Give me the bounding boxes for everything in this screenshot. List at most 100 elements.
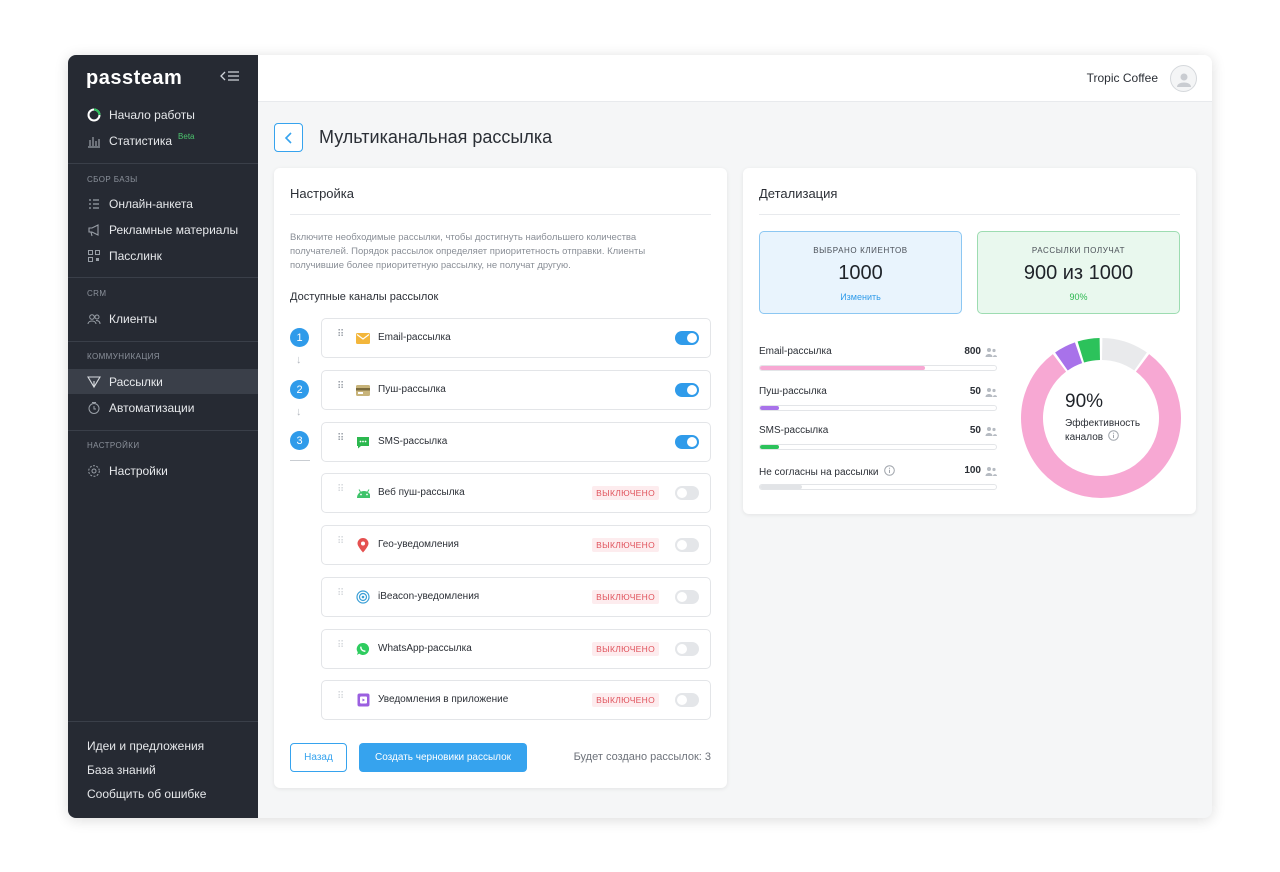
status-badge: ВЫКЛЮЧЕНО [592, 538, 659, 552]
channel-toggle[interactable] [675, 435, 699, 449]
status-badge: ВЫКЛЮЧЕНО [592, 693, 659, 707]
sidebar-item-settings[interactable]: Настройки [68, 458, 258, 483]
donut-segment [1077, 338, 1100, 363]
channel-row-ibeacon[interactable]: ⠿ iBeacon-уведомления ВЫКЛЮЧЕНО [321, 577, 711, 617]
channel-toggle[interactable] [675, 538, 699, 552]
users-icon [985, 388, 997, 397]
report-bug-link[interactable]: Сообщить об ошибке [87, 787, 206, 801]
channel-toggle[interactable] [675, 383, 699, 397]
knowledge-base-link[interactable]: База знаний [87, 763, 156, 777]
section-title: НАСТРОЙКИ [87, 441, 140, 450]
sidebar-item-label: Рекламные материалы [109, 222, 239, 237]
bar-fill [760, 445, 779, 449]
gear-icon [87, 464, 101, 478]
sidebar-item-online-form[interactable]: Онлайн-анкета [68, 191, 258, 216]
power-icon [87, 108, 101, 122]
channel-toggle[interactable] [675, 331, 699, 345]
card-divider [759, 214, 1180, 215]
bar-value: 50 [969, 425, 981, 436]
collapse-sidebar-icon[interactable] [220, 69, 240, 85]
sidebar-item-clients[interactable]: Клиенты [68, 306, 258, 331]
users-icon [985, 348, 997, 357]
app-icon [356, 693, 370, 707]
channel-toggle[interactable] [675, 590, 699, 604]
sidebar-item-label: Пасслинк [109, 248, 162, 263]
channel-row-geo[interactable]: ⠿ Гео-уведомления ВЫКЛЮЧЕНО [321, 525, 711, 565]
sidebar-item-label: Автоматизации [109, 400, 195, 415]
change-link[interactable]: Изменить [760, 292, 961, 302]
sidebar-item-mailings[interactable]: Рассылки [68, 369, 258, 394]
channel-row-email[interactable]: ⠿ Email-рассылка [321, 318, 711, 358]
create-drafts-button[interactable]: Создать черновики рассылок [359, 743, 527, 772]
sidebar-item-label: Рассылки [109, 374, 163, 389]
users-icon [985, 427, 997, 436]
users-icon [87, 312, 101, 326]
card-divider [290, 214, 711, 215]
details-title: Детализация [759, 186, 838, 201]
users-icon [985, 467, 997, 476]
step-badge: 3 [290, 431, 309, 450]
company-name[interactable]: Tropic Coffee [1087, 71, 1158, 85]
ideas-link[interactable]: Идеи и предложения [87, 739, 204, 753]
bar-track [759, 405, 997, 411]
info-icon[interactable] [884, 465, 896, 476]
sidebar-item-ad-materials[interactable]: Рекламные материалы [68, 217, 258, 242]
stat-value: 1000 [838, 262, 883, 284]
sidebar-item-statistics[interactable]: Статистика Beta [68, 128, 258, 153]
back-button[interactable] [274, 123, 303, 152]
channel-name: iBeacon-уведомления [378, 591, 480, 602]
channel-toggle[interactable] [675, 486, 699, 500]
channel-name: Гео-уведомления [378, 539, 459, 550]
sidebar-item-label: Статистика [109, 133, 173, 148]
sidebar-divider [68, 163, 258, 164]
location-pin-icon [356, 537, 370, 552]
bar-value: 800 [964, 346, 981, 357]
channel-name: Пуш-рассылка [378, 384, 446, 395]
app-window: passteam Начало работы Статистика Beta С… [68, 55, 1212, 818]
bar-label: Email-рассылка [759, 346, 832, 357]
sidebar-divider [68, 277, 258, 278]
back-step-button[interactable]: Назад [290, 743, 347, 772]
channel-row-sms[interactable]: ⠿ SMS-рассылка [321, 422, 711, 462]
avatar[interactable] [1170, 65, 1197, 92]
automation-icon [87, 401, 101, 415]
channel-row-app-notifications[interactable]: ⠿ Уведомления в приложение ВЫКЛЮЧЕНО [321, 680, 711, 720]
bar-fill [760, 366, 926, 370]
channel-row-push[interactable]: ⠿ Пуш-рассылка [321, 370, 711, 410]
android-icon [356, 486, 370, 500]
sidebar-item-start[interactable]: Начало работы [68, 102, 258, 127]
sidebar-item-label: Начало работы [109, 107, 195, 122]
send-icon [87, 375, 101, 389]
drag-handle-icon[interactable]: ⠿ [337, 485, 345, 495]
drag-handle-icon[interactable]: ⠿ [337, 692, 345, 702]
drag-handle-icon[interactable]: ⠿ [337, 641, 345, 651]
drag-handle-icon[interactable]: ⠿ [337, 330, 345, 340]
channel-toggle[interactable] [675, 693, 699, 707]
drag-handle-icon[interactable]: ⠿ [337, 382, 345, 392]
sidebar-item-automations[interactable]: Автоматизации [68, 395, 258, 420]
logo[interactable]: passteam [86, 67, 182, 90]
section-title: КОММУНИКАЦИЯ [87, 352, 160, 361]
donut-segment [1102, 338, 1147, 371]
bar-value: 100 [964, 465, 981, 476]
arrow-down-icon: ↓ [296, 354, 302, 366]
sms-icon [356, 435, 370, 449]
channel-name: SMS-рассылка [378, 436, 448, 447]
form-icon [87, 197, 101, 211]
bar-label: Пуш-рассылка [759, 386, 827, 397]
donut-label: Эффективность каналов [1065, 418, 1141, 443]
wallet-card-icon [356, 383, 370, 397]
channel-toggle[interactable] [675, 642, 699, 656]
channel-row-web-push[interactable]: ⠿ Веб пуш-рассылка ВЫКЛЮЧЕНО [321, 473, 711, 513]
drag-handle-icon[interactable]: ⠿ [337, 589, 345, 599]
sidebar-divider [68, 341, 258, 342]
sidebar-item-passlink[interactable]: Пасслинк [68, 243, 258, 268]
user-icon [1176, 73, 1191, 87]
drag-handle-icon[interactable]: ⠿ [337, 434, 345, 444]
drag-handle-icon[interactable]: ⠿ [337, 537, 345, 547]
bar-track [759, 444, 997, 450]
sidebar-item-label: Клиенты [109, 311, 158, 326]
channel-row-whatsapp[interactable]: ⠿ WhatsApp-рассылка ВЫКЛЮЧЕНО [321, 629, 711, 669]
page-title: Мультиканальная рассылка [319, 127, 553, 147]
info-icon[interactable] [1108, 430, 1119, 441]
